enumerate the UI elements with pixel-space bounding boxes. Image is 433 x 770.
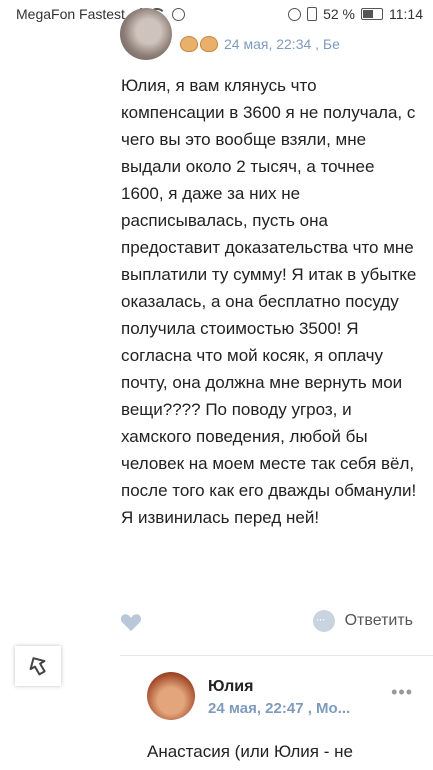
comment-meta: 24 мая, 22:34 , Бе bbox=[180, 36, 340, 52]
heart-icon[interactable] bbox=[120, 612, 142, 632]
vibrate-icon bbox=[307, 7, 318, 21]
whatsapp-icon bbox=[171, 7, 185, 21]
battery-icon bbox=[361, 8, 383, 20]
status-bar: MegaFon Fastest 52 % 11:14 bbox=[0, 0, 433, 30]
scroll-to-top-button[interactable] bbox=[15, 646, 61, 686]
reply-button[interactable]: Ответить bbox=[312, 610, 413, 632]
reply-label: Ответить bbox=[344, 612, 413, 629]
comment-text: Анастасия (или Юлия - не bbox=[147, 742, 353, 761]
comment-date[interactable]: 24 мая, 22:47 , Мо... bbox=[208, 700, 350, 717]
monkey-emoji-icon bbox=[180, 36, 218, 52]
battery-percent: 52 % bbox=[323, 6, 355, 22]
comment-bubble-icon bbox=[312, 610, 335, 632]
divider bbox=[120, 655, 433, 656]
comment-text: Юлия, я вам клянусь что компенсации в 36… bbox=[121, 76, 417, 527]
more-options-icon[interactable]: ••• bbox=[391, 682, 413, 703]
avatar[interactable] bbox=[120, 8, 172, 60]
comment-author[interactable]: Юлия bbox=[208, 678, 253, 696]
clock: 11:14 bbox=[389, 6, 423, 22]
avatar[interactable] bbox=[147, 672, 195, 720]
comment-date[interactable]: 24 мая, 22:34 , Бе bbox=[224, 36, 340, 52]
arrow-up-icon bbox=[29, 657, 46, 676]
carrier-name: MegaFon Fastest bbox=[16, 6, 125, 22]
alarm-icon bbox=[288, 7, 302, 21]
